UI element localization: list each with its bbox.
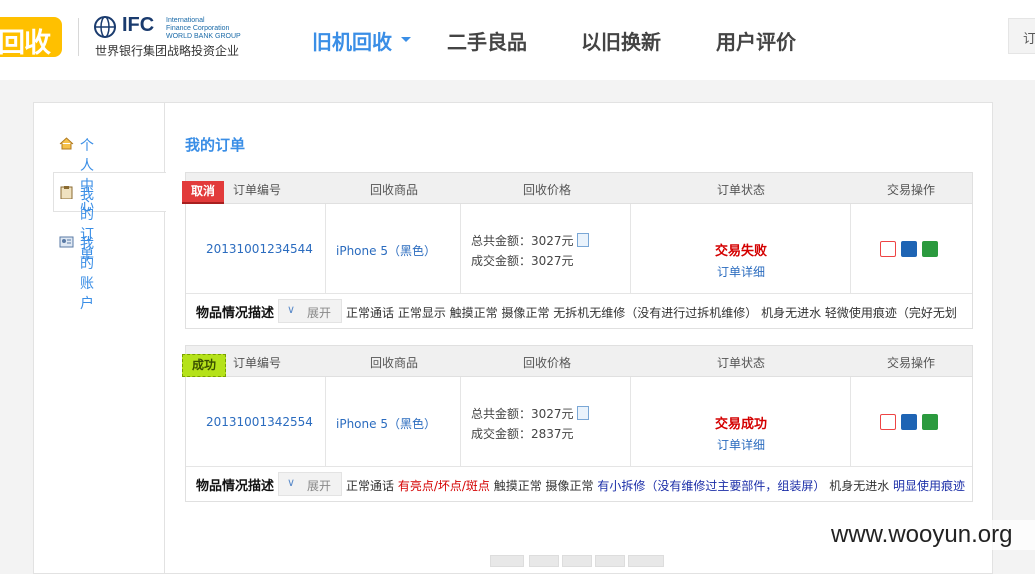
top-header: 回收 IFC International Finance Corporation… bbox=[0, 0, 1035, 80]
home-icon bbox=[59, 137, 74, 150]
douban-share-icon[interactable] bbox=[922, 241, 938, 257]
pagination-button[interactable] bbox=[628, 555, 664, 567]
column-header-product: 回收商品 bbox=[370, 183, 419, 197]
column-header-price: 回收价格 bbox=[523, 183, 572, 197]
product-name[interactable]: iPhone 5（黑色） bbox=[336, 242, 436, 259]
order-card: 取消 订单编号 回收商品 回收价格 订单状态 交易操作 201310012345… bbox=[182, 172, 973, 329]
status-text: 交易失败 bbox=[714, 244, 767, 259]
nav-item-recycle[interactable]: 旧机回收 bbox=[312, 26, 392, 55]
nav-item-used-goods[interactable]: 二手良品 bbox=[447, 26, 527, 55]
order-card: 成功 订单编号 回收商品 回收价格 订单状态 交易操作 201310013425… bbox=[182, 345, 973, 502]
id-card-icon bbox=[59, 236, 74, 248]
nav-item-reviews[interactable]: 用户评价 bbox=[716, 26, 796, 55]
nav-item-trade-in[interactable]: 以旧换新 bbox=[581, 26, 661, 55]
product-name[interactable]: iPhone 5（黑色） bbox=[336, 415, 436, 432]
price-info: 总共金额：3027元 成交金额：2837元 bbox=[471, 404, 589, 444]
description-label: 物品情况描述 bbox=[196, 479, 275, 494]
description-text: 正常通话 正常显示 触摸正常 摄像正常 无拆机无维修（没有进行过拆机维修） 机身… bbox=[346, 306, 957, 320]
watermark: www.wooyun.org bbox=[825, 520, 1035, 550]
price-info: 总共金额：3027元 成交金额：3027元 bbox=[471, 231, 589, 271]
ifc-full-name: International Finance Corporation WORLD … bbox=[166, 17, 241, 40]
pagination-button[interactable] bbox=[562, 555, 592, 567]
ifc-logo-text: IFC bbox=[122, 14, 155, 36]
douban-share-icon[interactable] bbox=[922, 414, 938, 430]
order-id[interactable]: 20131001342554 bbox=[206, 415, 313, 429]
logo-divider bbox=[78, 18, 79, 56]
item-description: 物品情况描述 ∨ 展开 正常通话 有亮点/坏点/斑点 触摸正常 摄像正常 有小拆… bbox=[186, 467, 972, 501]
chevron-down-icon[interactable] bbox=[401, 37, 411, 42]
weibo-share-icon[interactable] bbox=[880, 241, 896, 257]
clipboard-icon bbox=[60, 186, 73, 199]
pagination-button[interactable] bbox=[595, 555, 625, 567]
content-panel: 个人中心 我的订单 我的账户 我的订单 取消 订单编号 回收商品 回收价格 订单… bbox=[33, 102, 993, 574]
column-header-price: 回收价格 bbox=[523, 356, 572, 370]
memo-icon[interactable] bbox=[576, 233, 589, 247]
renren-share-icon[interactable] bbox=[901, 414, 917, 430]
pagination-button[interactable] bbox=[490, 555, 524, 567]
status-badge-cancel: 取消 bbox=[182, 181, 224, 204]
column-header-actions: 交易操作 bbox=[887, 356, 936, 370]
order-button[interactable]: 订 bbox=[1008, 18, 1035, 54]
table-row: 20131001342554 iPhone 5（黑色） 总共金额：3027元 成… bbox=[186, 377, 972, 467]
share-actions bbox=[880, 414, 943, 433]
ifc-tagline: 世界银行集团战略投资企业 bbox=[95, 44, 240, 58]
column-header-order-id: 订单编号 bbox=[233, 356, 282, 370]
chevron-down-icon: ∨ bbox=[287, 476, 296, 489]
order-detail-link[interactable]: 订单详细 bbox=[631, 436, 851, 453]
order-status: 交易失败 订单详细 bbox=[631, 240, 851, 280]
expand-button[interactable]: ∨ 展开 bbox=[278, 299, 342, 323]
page-title: 我的订单 bbox=[185, 136, 246, 154]
column-header-status: 订单状态 bbox=[717, 183, 766, 197]
order-detail-link[interactable]: 订单详细 bbox=[631, 263, 851, 280]
description-text: 正常通话 有亮点/坏点/斑点 触摸正常 摄像正常 有小拆修（没有维修过主要部件，… bbox=[346, 479, 966, 493]
order-header: 取消 订单编号 回收商品 回收价格 订单状态 交易操作 bbox=[182, 173, 972, 204]
sidebar: 个人中心 我的订单 我的账户 bbox=[34, 103, 166, 573]
description-label: 物品情况描述 bbox=[196, 306, 275, 321]
order-id[interactable]: 20131001234544 bbox=[206, 242, 313, 256]
chevron-down-icon: ∨ bbox=[287, 303, 296, 316]
order-header: 成功 订单编号 回收商品 回收价格 订单状态 交易操作 bbox=[182, 346, 972, 377]
expand-button[interactable]: ∨ 展开 bbox=[278, 472, 342, 496]
share-actions bbox=[880, 241, 943, 260]
column-header-actions: 交易操作 bbox=[887, 183, 936, 197]
table-row: 20131001234544 iPhone 5（黑色） 总共金额：3027元 成… bbox=[186, 204, 972, 294]
status-text: 交易成功 bbox=[714, 417, 767, 432]
column-header-order-id: 订单编号 bbox=[233, 183, 282, 197]
memo-icon[interactable] bbox=[576, 406, 589, 420]
order-status: 交易成功 订单详细 bbox=[631, 413, 851, 453]
column-header-product: 回收商品 bbox=[370, 356, 419, 370]
site-logo[interactable]: 回收 bbox=[0, 17, 62, 59]
pagination-button[interactable] bbox=[529, 555, 559, 567]
weibo-share-icon[interactable] bbox=[880, 414, 896, 430]
status-badge-success: 成功 bbox=[182, 354, 226, 377]
renren-share-icon[interactable] bbox=[901, 241, 917, 257]
item-description: 物品情况描述 ∨ 展开 正常通话 正常显示 触摸正常 摄像正常 无拆机无维修（没… bbox=[186, 294, 972, 328]
column-header-status: 订单状态 bbox=[717, 356, 766, 370]
globe-icon bbox=[94, 16, 116, 38]
